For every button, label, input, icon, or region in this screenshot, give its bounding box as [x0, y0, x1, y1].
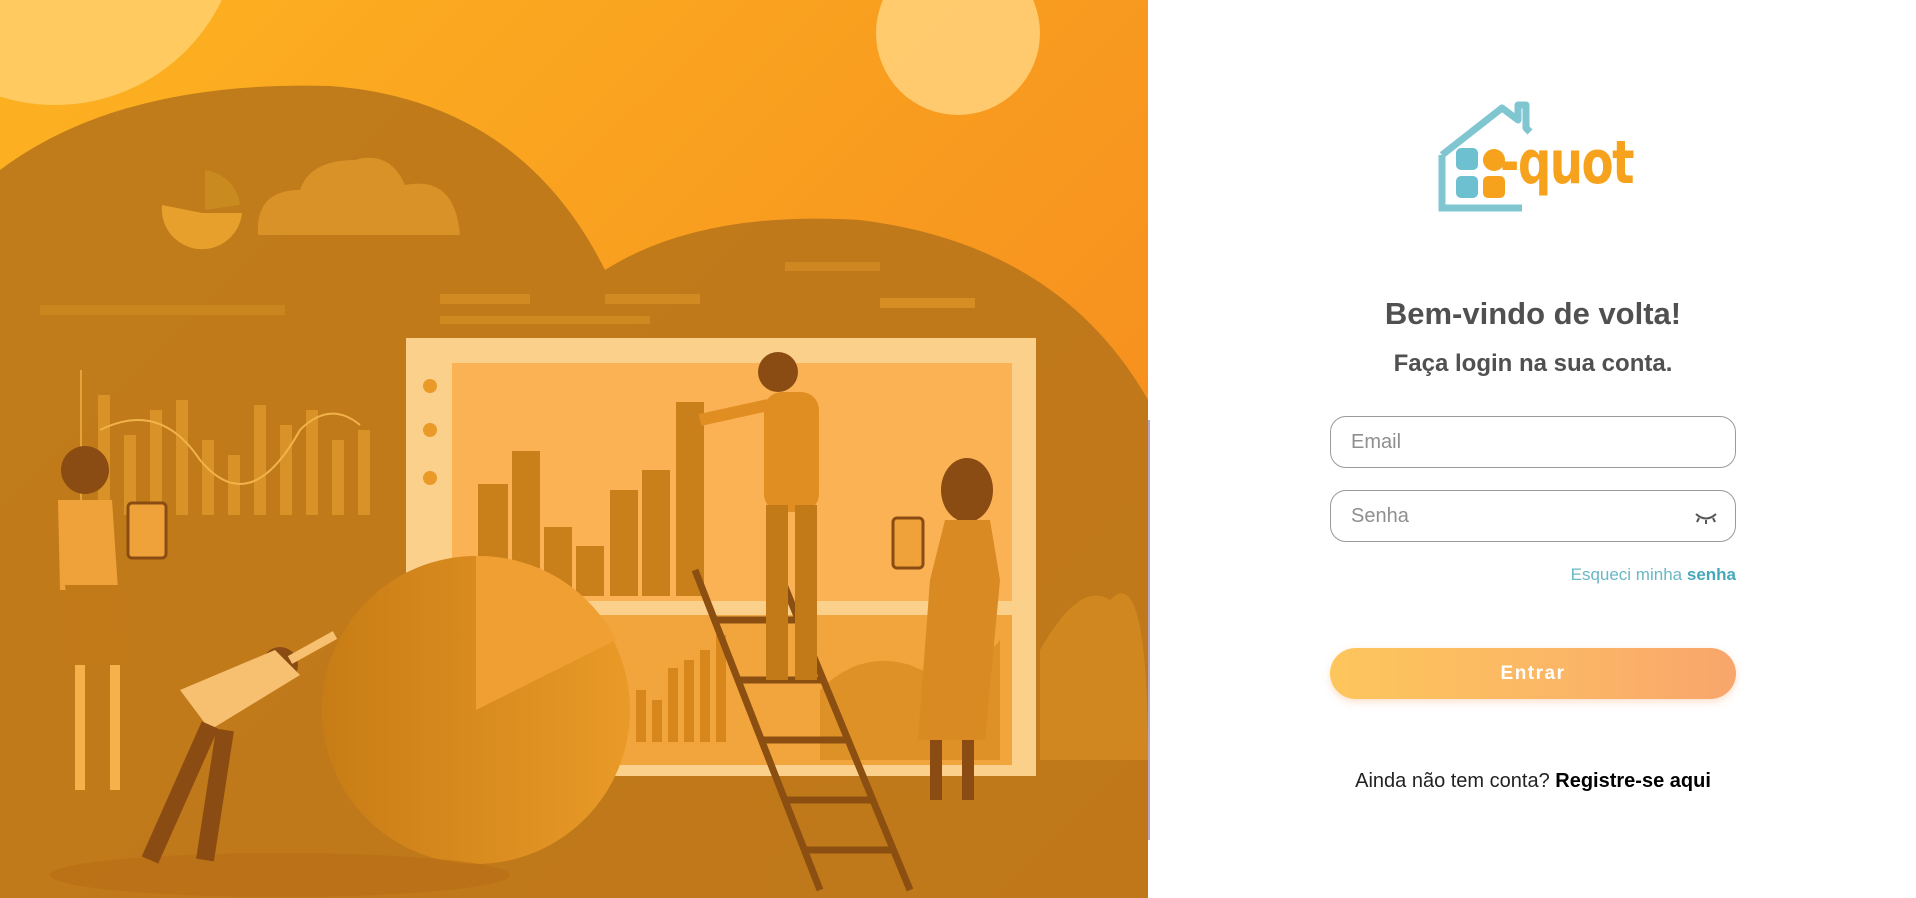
login-button[interactable]: Entrar: [1330, 648, 1736, 699]
email-field: [1330, 416, 1736, 468]
forgot-password-text: Esqueci minha: [1570, 565, 1683, 584]
eye-closed-icon[interactable]: [1693, 506, 1719, 528]
welcome-title: Bem-vindo de volta!: [1384, 296, 1682, 331]
signup-link[interactable]: Registre-se aqui: [1555, 770, 1711, 792]
team-analytics-illustration: [0, 0, 1148, 898]
logo-wordmark: -quot: [1500, 128, 1635, 198]
password-field: [1330, 490, 1736, 542]
login-subtitle: Faça login na sua conta.: [1393, 350, 1673, 377]
signup-prompt-text: Ainda não tem conta?: [1355, 770, 1550, 792]
forgot-password-emphasis: senha: [1686, 565, 1736, 584]
password-input[interactable]: [1351, 491, 1691, 541]
email-input[interactable]: [1351, 417, 1691, 467]
forgot-password-link[interactable]: Esqueci minha senha: [1571, 565, 1736, 585]
signup-prompt: Ainda não tem conta? Registre-se aqui: [1150, 770, 1916, 793]
hero-illustration: [0, 0, 1148, 898]
login-panel: -quot Bem-vindo de volta! Faça login na …: [1150, 0, 1916, 898]
